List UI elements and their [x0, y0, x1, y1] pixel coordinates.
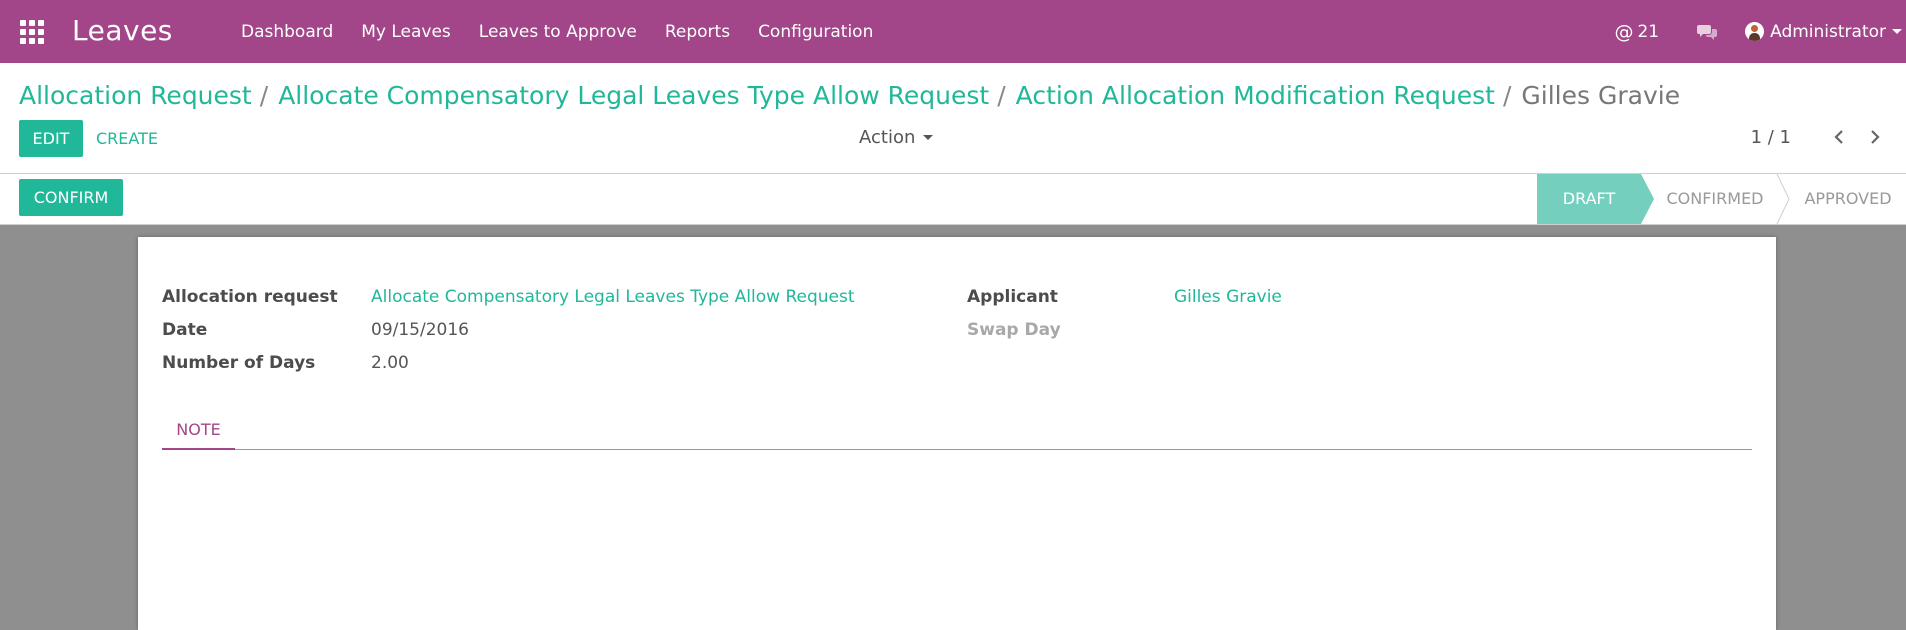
number-of-days-label: Number of Days — [162, 353, 316, 373]
breadcrumb-current: Gilles Gravie — [1521, 81, 1681, 110]
stage-arrow — [1641, 174, 1654, 224]
user-name: Administrator — [1770, 21, 1886, 42]
main-menu: Dashboard My Leaves Leaves to Approve Re… — [241, 0, 901, 63]
menu-leaves-to-approve[interactable]: Leaves to Approve — [479, 22, 637, 42]
breadcrumb-allocation-request[interactable]: Allocation Request — [19, 81, 252, 110]
breadcrumb-action-allocation-modification[interactable]: Action Allocation Modification Request — [1016, 81, 1495, 110]
form-sheet: Allocation request Allocate Compensatory… — [138, 237, 1776, 630]
menu-dashboard[interactable]: Dashboard — [241, 22, 333, 42]
at-icon: @ — [1614, 20, 1634, 43]
top-navbar: Leaves Dashboard My Leaves Leaves to App… — [0, 0, 1906, 63]
number-of-days-value: 2.00 — [371, 353, 409, 373]
caret-down-icon — [1892, 29, 1902, 34]
swap-day-label: Swap Day — [967, 320, 1061, 340]
stage-separator — [1776, 174, 1790, 224]
breadcrumb-separator: / — [1502, 81, 1512, 110]
tab-note[interactable]: NOTE — [162, 417, 235, 450]
breadcrumb-separator: / — [997, 81, 1006, 110]
menu-reports[interactable]: Reports — [665, 22, 730, 42]
breadcrumb: Allocation Request / Allocate Compensatory… — [19, 81, 1680, 110]
confirm-button[interactable]: CONFIRM — [19, 179, 123, 216]
control-panel: Allocation Request / Allocate Compensatory… — [0, 63, 1906, 174]
breadcrumb-allocate-compensatory[interactable]: Allocate Compensatory Legal Leaves Type … — [278, 81, 989, 110]
menu-my-leaves[interactable]: My Leaves — [361, 22, 451, 42]
pager: 1 / 1 — [1751, 125, 1885, 149]
stage-confirmed: CONFIRMED — [1666, 189, 1764, 208]
date-value: 09/15/2016 — [371, 320, 469, 340]
message-count: 21 — [1637, 21, 1660, 42]
app-title: Leaves — [72, 14, 173, 47]
notebook-tabs: NOTE — [162, 417, 1752, 450]
chevron-right-icon[interactable] — [1865, 125, 1885, 149]
caret-down-icon — [923, 135, 934, 140]
user-menu[interactable]: Administrator — [1745, 22, 1902, 42]
action-dropdown[interactable]: Action — [859, 127, 934, 148]
applicant-label: Applicant — [967, 287, 1058, 307]
avatar — [1745, 22, 1765, 41]
allocation-request-value[interactable]: Allocate Compensatory Legal Leaves Type … — [371, 287, 855, 307]
apps-grid-icon[interactable] — [20, 20, 44, 44]
pager-value[interactable]: 1 / 1 — [1751, 127, 1791, 148]
breadcrumb-separator: / — [259, 81, 269, 110]
stage-approved: APPROVED — [1804, 189, 1892, 208]
messages-button[interactable]: @ 21 — [1614, 21, 1659, 43]
action-label: Action — [859, 127, 916, 148]
chat-icon[interactable] — [1697, 24, 1718, 40]
create-button[interactable]: CREATE — [96, 120, 158, 157]
statusbar: CONFIRM DRAFT CONFIRMED APPROVED — [0, 174, 1906, 225]
chevron-left-icon[interactable] — [1829, 125, 1849, 149]
date-label: Date — [162, 320, 208, 340]
applicant-value[interactable]: Gilles Gravie — [1174, 287, 1282, 307]
stage-pipeline: DRAFT CONFIRMED APPROVED — [1537, 174, 1906, 224]
navbar-right: @ 21 Administrator — [1614, 0, 1906, 63]
edit-button[interactable]: EDIT — [19, 120, 83, 157]
stage-draft: DRAFT — [1537, 174, 1641, 224]
allocation-request-label: Allocation request — [162, 287, 338, 307]
menu-configuration[interactable]: Configuration — [758, 22, 873, 42]
